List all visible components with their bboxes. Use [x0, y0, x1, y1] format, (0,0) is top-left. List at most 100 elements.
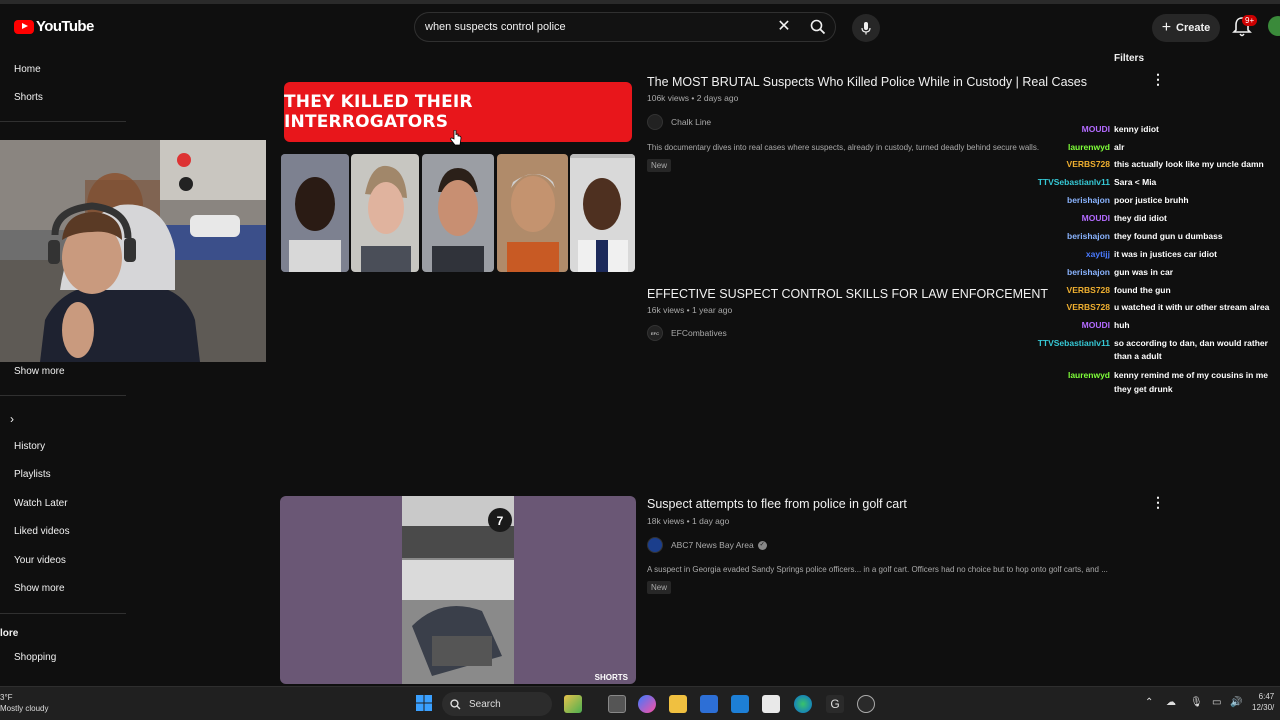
- search-input[interactable]: when suspects control police: [425, 21, 566, 33]
- copilot-icon[interactable]: [638, 695, 656, 713]
- sidebar-divider: [0, 613, 126, 614]
- file-explorer-icon[interactable]: [669, 695, 687, 713]
- taskbar-search[interactable]: Search: [442, 692, 552, 716]
- chat-message: TTVSebastianlv11 so according to dan, dan…: [1037, 338, 1268, 348]
- video-meta: 106k views • 2 days ago: [647, 93, 739, 103]
- sidebar-item-liked-videos[interactable]: Liked videos: [14, 526, 70, 537]
- channel-name: ABC7 News Bay Area: [671, 540, 754, 550]
- store-icon[interactable]: [700, 695, 718, 713]
- video-thumbnail[interactable]: 7 SHORTS: [280, 496, 636, 684]
- more-vert-icon[interactable]: ⋮: [1151, 495, 1165, 511]
- sidebar-item-shopping[interactable]: Shopping: [14, 652, 56, 663]
- weather-temp: 3°F: [0, 693, 13, 702]
- chat-message: berishajon they found gun u dumbass: [1067, 231, 1223, 241]
- browser-edge: [0, 0, 1280, 4]
- edge-icon[interactable]: [794, 695, 812, 713]
- chat-message: laurenwyd kenny remind me of my cousins i…: [1067, 370, 1268, 380]
- search-box[interactable]: when suspects control police ✕: [414, 12, 800, 42]
- volume-icon[interactable]: 🔊: [1230, 697, 1242, 708]
- channel-link[interactable]: ABC7 News Bay Area ✓: [647, 537, 767, 553]
- video-title[interactable]: EFFECTIVE SUSPECT CONTROL SKILLS FOR LAW…: [647, 287, 1048, 301]
- search-icon: [450, 698, 461, 709]
- sidebar-section-explore: lore: [0, 628, 19, 639]
- chat-message: MOUDI huh: [1081, 320, 1130, 330]
- video-title[interactable]: Suspect attempts to flee from police in …: [647, 497, 907, 511]
- search-icon: [810, 19, 825, 35]
- chat-message: MOUDI kenny idiot: [1081, 124, 1159, 134]
- svg-text:7: 7: [497, 514, 504, 528]
- mugshot-image: [422, 154, 494, 272]
- notification-badge: 9+: [1242, 15, 1258, 26]
- streamer-webcam-image: [0, 140, 266, 362]
- mugshot-image: [497, 154, 568, 272]
- channel-link[interactable]: Chalk Line: [647, 114, 711, 130]
- verified-icon: ✓: [757, 540, 767, 550]
- video-thumbnail[interactable]: THEY KILLED THEIR INTERROGATORS: [280, 80, 636, 274]
- sidebar-item-home[interactable]: Home: [14, 64, 41, 75]
- chat-message: berishajon poor justice bruhh: [1067, 195, 1189, 205]
- chat-message: they get drunk: [1114, 384, 1173, 394]
- sidebar-item-watch-later[interactable]: Watch Later: [14, 498, 68, 509]
- video-meta: 16k views • 1 year ago: [647, 305, 733, 315]
- thumbnail-text: THEY KILLED THEIR INTERROGATORS: [284, 92, 473, 132]
- chat-message: VERBS728 u watched it with ur other strea…: [1066, 302, 1270, 312]
- channel-avatar: EFC: [647, 325, 663, 341]
- chevron-right-icon[interactable]: ›: [10, 412, 14, 426]
- channel-name: Chalk Line: [671, 117, 712, 127]
- video-description: A suspect in Georgia evaded Sandy Spring…: [647, 565, 1108, 574]
- weather-desc: Mostly cloudy: [0, 704, 49, 713]
- chat-message: than a adult: [1114, 351, 1162, 361]
- close-icon[interactable]: ✕: [774, 17, 794, 37]
- filters-button[interactable]: Filters: [1114, 53, 1144, 64]
- windows-taskbar: 3°F Mostly cloudy Search G ⌃ ☁ 🎙 ▭ 🔊 6:4…: [0, 686, 1280, 720]
- chat-message: berishajon gun was in car: [1067, 267, 1174, 277]
- video-meta: 18k views • 1 day ago: [647, 516, 730, 526]
- stream-chat-overlay: MOUDI kenny idiot laurenwyd alr VERBS728 th…: [1000, 122, 1280, 402]
- mugshot-image: [570, 154, 635, 272]
- search-button[interactable]: [800, 12, 836, 42]
- sidebar-item-shorts[interactable]: Shorts: [14, 92, 43, 103]
- widgets-icon[interactable]: [564, 695, 582, 713]
- channel-link[interactable]: EFC EFCombatives: [647, 325, 727, 341]
- shorts-preview-image: 7: [402, 496, 514, 684]
- obs-icon[interactable]: [857, 695, 875, 713]
- youtube-play-icon: [14, 19, 34, 34]
- sidebar-show-more-subscriptions[interactable]: Show more: [14, 366, 65, 377]
- sidebar-divider: [0, 395, 126, 396]
- clock-date: 12/30/: [1252, 703, 1275, 712]
- microphone-icon: [861, 22, 871, 35]
- app-icon[interactable]: [762, 695, 780, 713]
- logitech-icon[interactable]: G: [826, 695, 844, 713]
- sidebar-show-more-you[interactable]: Show more: [14, 583, 65, 594]
- create-button[interactable]: + Create: [1152, 14, 1220, 42]
- sidebar-item-your-videos[interactable]: Your videos: [14, 555, 66, 566]
- mugshot-image: [351, 154, 419, 272]
- youtube-logo[interactable]: YouTube: [14, 18, 94, 35]
- clock-time: 6:47: [1258, 692, 1275, 701]
- hand-cursor-icon: [450, 130, 462, 146]
- voice-search-button[interactable]: [852, 14, 880, 42]
- chat-message: VERBS728 this actually look like my uncle…: [1066, 159, 1264, 169]
- video-description: This documentary dives into real cases w…: [647, 143, 1040, 152]
- task-view-icon[interactable]: [608, 695, 626, 713]
- taskbar-clock[interactable]: 6:47 12/30/: [1252, 691, 1274, 713]
- video-title[interactable]: The MOST BRUTAL Suspects Who Killed Poli…: [647, 75, 1087, 89]
- plus-icon: +: [1161, 19, 1172, 36]
- chat-message: VERBS728 found the gun: [1066, 285, 1171, 295]
- microphone-icon[interactable]: 🎙: [1190, 697, 1203, 708]
- channel-avatar: [647, 114, 663, 130]
- new-badge: New: [647, 581, 672, 594]
- new-badge: New: [647, 159, 672, 172]
- outlook-icon[interactable]: [731, 695, 749, 713]
- sidebar-item-history[interactable]: History: [14, 441, 45, 452]
- chat-message: xaytijj it was in justices car idiot: [1085, 249, 1217, 259]
- chevron-up-icon[interactable]: ⌃: [1145, 697, 1153, 708]
- account-avatar[interactable]: [1268, 16, 1280, 36]
- sidebar-item-playlists[interactable]: Playlists: [14, 469, 51, 480]
- windows-start-icon[interactable]: [416, 695, 432, 711]
- chat-message: MOUDI they did idiot: [1081, 213, 1167, 223]
- cloud-icon[interactable]: ☁: [1166, 697, 1176, 708]
- network-icon[interactable]: ▭: [1212, 697, 1221, 708]
- weather-widget[interactable]: 3°F Mostly cloudy: [0, 692, 48, 714]
- more-vert-icon[interactable]: ⋮: [1151, 72, 1165, 88]
